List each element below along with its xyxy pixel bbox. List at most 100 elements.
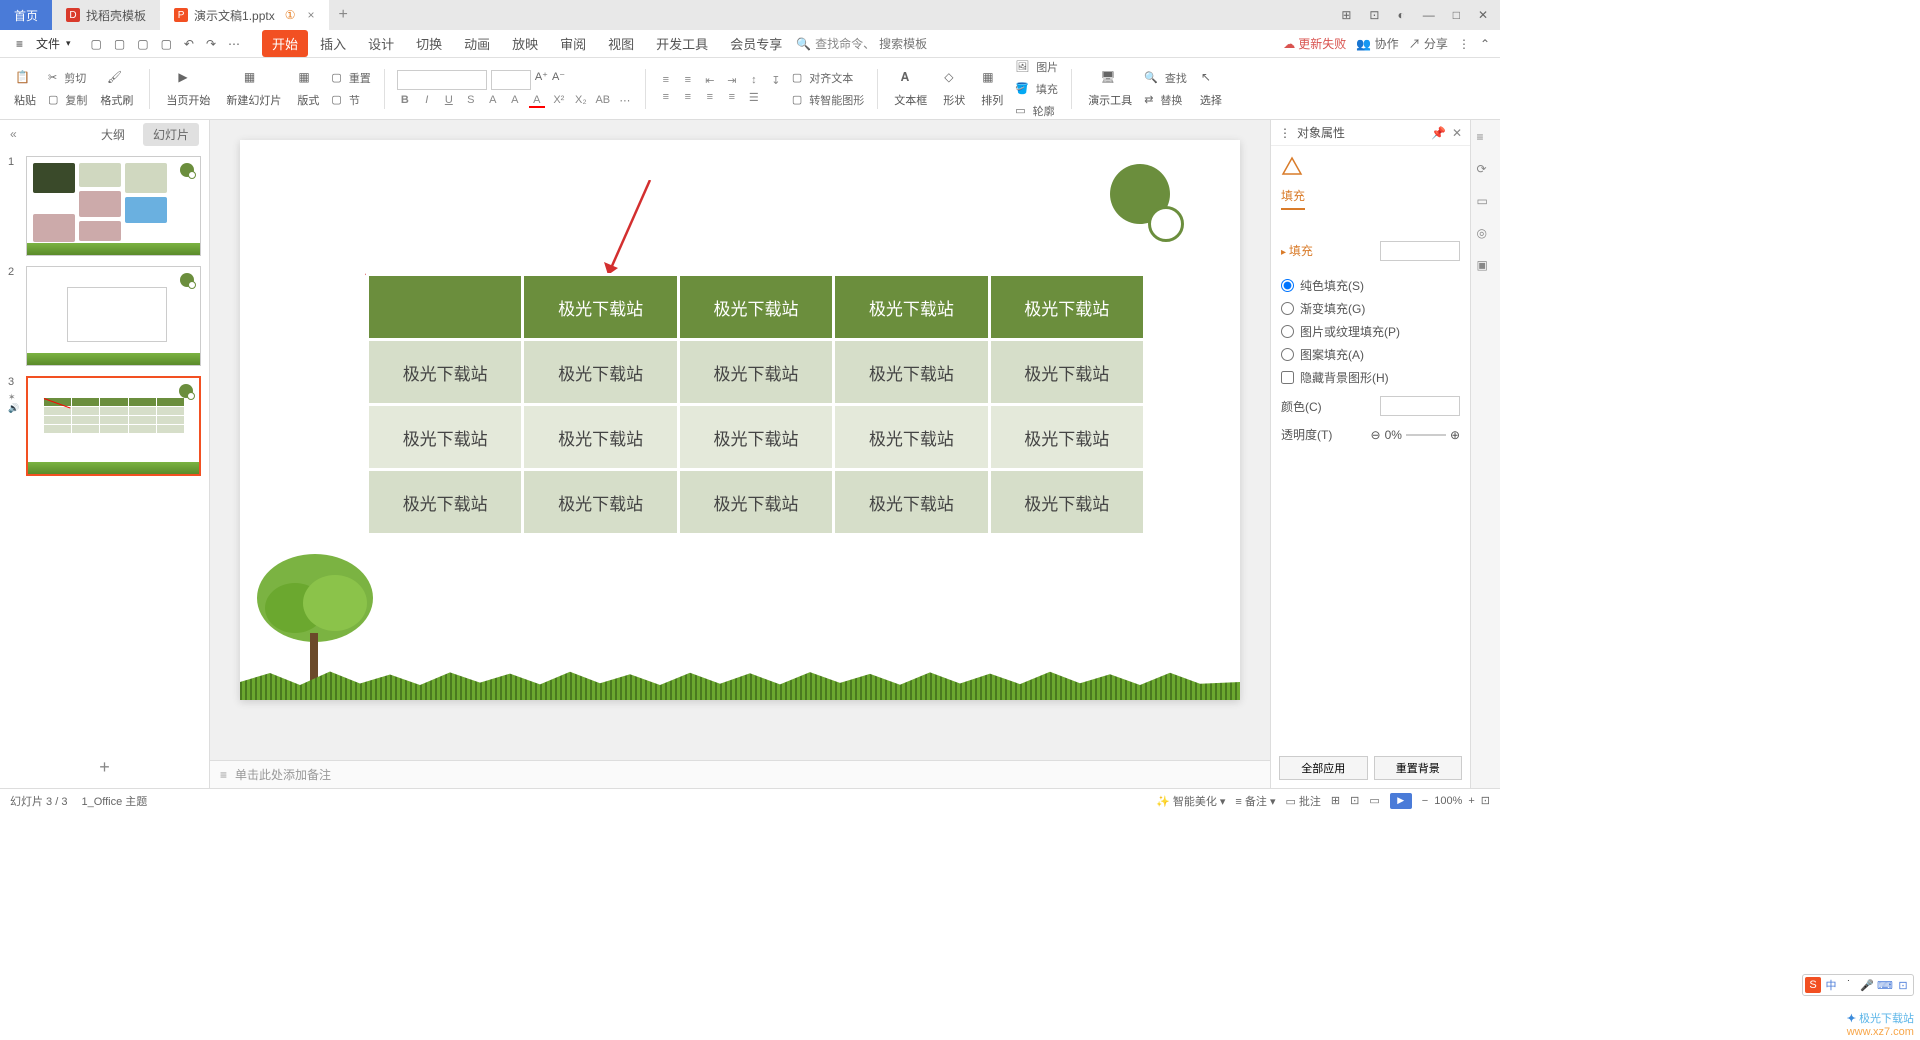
menu-more-icon[interactable]: ⋮ [1458,37,1470,51]
ime-lang-button[interactable]: 中 [1823,977,1839,993]
shape-tab-icon[interactable] [1281,156,1303,178]
table-header-cell[interactable]: 极光下载站 [523,275,678,340]
strike-button[interactable]: S [463,94,479,108]
underline-button[interactable]: U [441,94,457,108]
close-window-icon[interactable]: ✕ [1474,4,1492,26]
slide-thumb-2[interactable]: 2 [8,266,201,366]
table-cell[interactable]: 极光下载站 [834,470,989,535]
new-slide-button[interactable]: ▦新建幻灯片 [222,62,285,116]
tab-transition[interactable]: 切换 [406,30,452,57]
update-failed[interactable]: ☁更新失败 [1283,35,1346,52]
table-header-cell[interactable]: 极光下载站 [834,275,989,340]
transparency-slider[interactable] [1406,434,1446,436]
color-select[interactable] [1380,396,1460,416]
trans-dec-icon[interactable]: ⊖ [1371,428,1381,442]
table-cell[interactable]: 极光下载站 [834,340,989,405]
format-more-icon[interactable]: ⋯ [617,94,633,108]
font-increase-icon[interactable]: A⁺ [535,70,548,90]
ime-settings-icon[interactable]: ⊡ [1895,977,1911,993]
cut-button[interactable]: ✂ 剪切 [48,69,88,87]
pattern-fill-option[interactable]: 图案填充(A) [1281,346,1460,363]
zoom-fit-icon[interactable]: ⊡ [1481,794,1490,807]
table-cell[interactable]: 极光下载站 [989,470,1144,535]
tools-button[interactable]: 🖥演示工具 [1084,62,1136,116]
font-size-input[interactable] [491,70,531,90]
qat-more-icon[interactable]: ⋯ [226,35,242,53]
from-current-button[interactable]: ▶当页开始 [162,62,214,116]
outline-button[interactable]: ▭ 轮廓 [1015,102,1059,120]
view-sorter-icon[interactable]: ⊡ [1350,794,1359,807]
tab-document[interactable]: P 演示文稿1.pptx ① × [160,0,328,30]
table-cell[interactable]: 极光下载站 [834,405,989,470]
panel-close-icon[interactable]: ✕ [1452,126,1462,140]
tab-animation[interactable]: 动画 [454,30,500,57]
table-cell[interactable]: 极光下载站 [678,470,833,535]
zoom-in-icon[interactable]: + [1468,795,1474,807]
slide-thumb-3[interactable]: 3 ✶🔊 [8,376,201,476]
reset-bg-button[interactable]: 重置背景 [1374,756,1463,780]
superscript-button[interactable]: X² [551,94,567,108]
rail-template-icon[interactable]: ▭ [1477,194,1495,212]
highlight-button[interactable]: A [507,94,523,108]
collab-button[interactable]: 👥 协作 [1356,35,1398,52]
beautify-button[interactable]: ✨ 智能美化 ▾ [1156,793,1225,809]
fill-tab[interactable]: 填充 [1281,187,1305,210]
solid-fill-option[interactable]: 纯色填充(S) [1281,277,1460,294]
ime-keyboard-icon[interactable]: ⌨ [1877,977,1893,993]
font-decrease-icon[interactable]: A⁻ [552,70,565,90]
indent-inc-icon[interactable]: ⇥ [724,74,740,87]
text-dir-icon[interactable]: ↧ [768,74,784,87]
tab-home[interactable]: 首页 [0,0,52,30]
table-cell[interactable]: 极光下载站 [989,340,1144,405]
close-tab-icon[interactable]: × [308,8,315,22]
section-button[interactable]: ▢ 节 [331,91,371,109]
format-painter-button[interactable]: 🖌格式刷 [96,62,137,116]
layout-button[interactable]: ▦版式 [293,62,323,116]
rail-grid-icon[interactable]: ▣ [1477,258,1495,276]
comments-toggle[interactable]: ▭ 批注 [1285,793,1320,809]
outline-tab[interactable]: 大纲 [91,123,135,146]
tab-review[interactable]: 审阅 [550,30,596,57]
qat-undo-icon[interactable]: ↶ [182,35,196,53]
bullets-icon[interactable]: ≡ [658,74,674,87]
arrange-button[interactable]: ▦排列 [977,62,1007,116]
new-tab-button[interactable]: + [329,6,358,24]
tab-slideshow[interactable]: 放映 [502,30,548,57]
share-button[interactable]: ↗ 分享 [1409,35,1448,52]
replace-button[interactable]: ⇄ 替换 [1144,91,1188,109]
italic-button[interactable]: I [419,94,435,108]
font-effect-button[interactable]: A [485,94,501,108]
font-color-button[interactable]: A [529,94,545,108]
table-cell[interactable]: 极光下载站 [368,470,523,535]
font-family-input[interactable] [397,70,487,90]
ime-punct-button[interactable]: ˙ [1841,977,1857,993]
shape-button[interactable]: ◇形状 [939,62,969,116]
table-header-cell[interactable] [368,275,523,340]
slide-table[interactable]: 极光下载站 极光下载站 极光下载站 极光下载站 极光下载站 极光下载站 极光下载… [366,273,1146,536]
fill-button[interactable]: 🪣 填充 [1015,80,1059,98]
slide-thumb-1[interactable]: 1 [8,156,201,256]
table-cell[interactable]: 极光下载站 [368,340,523,405]
qat-preview-icon[interactable]: ▢ [159,35,174,53]
rail-settings-icon[interactable]: ≡ [1477,130,1495,148]
zoom-out-icon[interactable]: − [1422,795,1428,807]
table-cell[interactable]: 极光下载站 [989,405,1144,470]
align-text-button[interactable]: ▢ 对齐文本 [792,69,865,87]
tab-insert[interactable]: 插入 [310,30,356,57]
table-header-cell[interactable]: 极光下载站 [989,275,1144,340]
align-left-icon[interactable]: ≡ [658,91,674,104]
user-icon[interactable]: ◐ [1393,4,1408,26]
notes-pane[interactable]: ≡ 单击此处添加备注 [210,760,1270,788]
file-menu[interactable]: ≡ 文件▾ [10,35,77,52]
menu-collapse-icon[interactable]: ⌃ [1480,37,1490,51]
view-reading-icon[interactable]: ▭ [1369,794,1379,807]
distribute-icon[interactable]: ☰ [746,91,762,104]
tab-developer[interactable]: 开发工具 [646,30,718,57]
table-cell[interactable]: 极光下载站 [523,470,678,535]
add-slide-button[interactable]: + [0,747,209,788]
table-cell[interactable]: 极光下载站 [523,405,678,470]
maximize-icon[interactable]: □ [1449,4,1464,26]
notes-toggle[interactable]: ≡ 备注 ▾ [1235,793,1275,809]
tab-view[interactable]: 视图 [598,30,644,57]
rail-target-icon[interactable]: ◎ [1477,226,1495,244]
